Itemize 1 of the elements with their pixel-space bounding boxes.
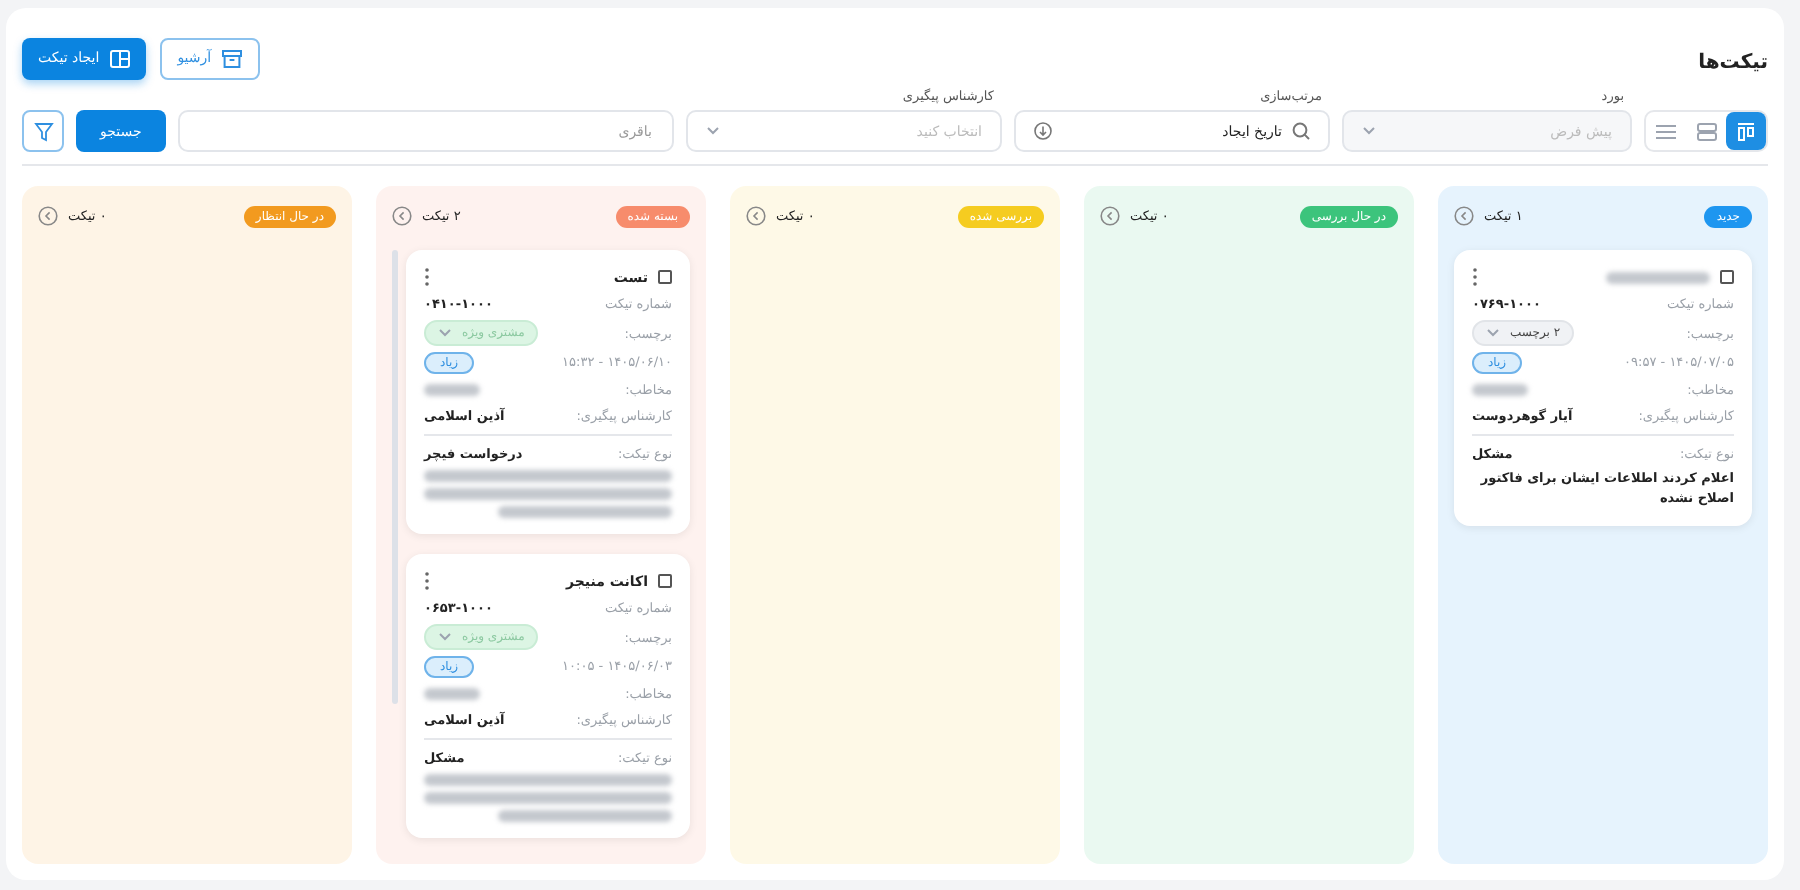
page-title: تیکت‌ها — [1698, 51, 1768, 73]
